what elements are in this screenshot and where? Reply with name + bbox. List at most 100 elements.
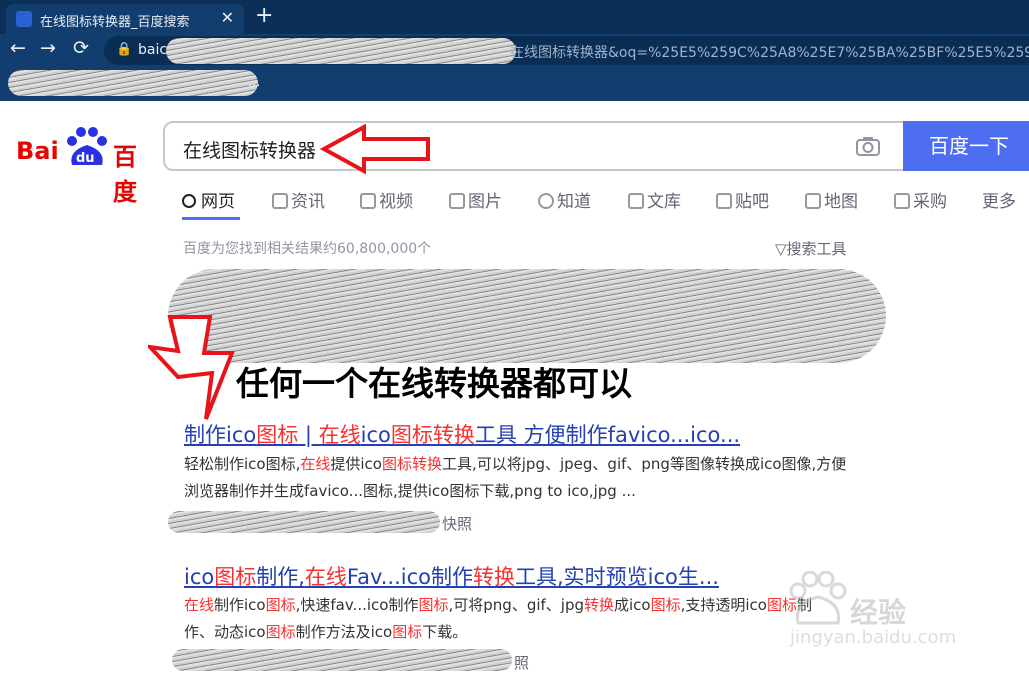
bookmark-item[interactable]: ...: [248, 75, 260, 90]
redaction-scribble: [168, 511, 440, 533]
forward-icon[interactable]: →: [40, 37, 56, 59]
search-tabs: 网页 资讯 视频 图片 知道 文库 贴吧 地图 采购 更多: [182, 187, 1029, 220]
red-lightning-annotation-icon: [148, 315, 235, 420]
search-input[interactable]: 在线图标转换器: [163, 121, 903, 171]
abstract-part: ,支持透明ico: [680, 596, 767, 614]
tab-news[interactable]: 资讯: [272, 187, 325, 212]
paw-watermark-icon: [789, 571, 847, 625]
tab-zhidao[interactable]: 知道: [538, 187, 591, 212]
title-part: |: [298, 423, 319, 447]
lock-icon: 🔒: [116, 42, 133, 57]
tab-webpage[interactable]: 网页: [182, 187, 240, 220]
title-highlight: 在线: [318, 423, 361, 447]
reload-icon[interactable]: ⟳: [73, 37, 89, 59]
redaction-scribble: [168, 269, 886, 363]
tab-images[interactable]: 图片: [449, 187, 502, 212]
tab-map[interactable]: 地图: [805, 187, 858, 212]
tab-title: 在线图标转换器_百度搜索: [40, 15, 190, 30]
abstract-part: 提供ico: [330, 455, 382, 473]
title-part: ico: [184, 565, 215, 589]
result-abstract-2: 在线制作ico图标,快速fav...ico制作图标,可将png、gif、jpg转…: [184, 592, 884, 646]
watermark-text: 经验: [850, 596, 907, 629]
abstract-part: ,快速fav...ico制作: [295, 596, 419, 614]
abstract-highlight: 图标转换: [381, 455, 442, 473]
news-icon: [272, 193, 288, 209]
jingyan-watermark: 经验 jingyan.baidu.com: [788, 571, 988, 661]
abstract-part: 成ico: [614, 596, 651, 614]
url-end: 在线图标转换器&oq=%25E5%259C%25A8%25E7%25BA%25B…: [510, 45, 1029, 61]
back-icon[interactable]: ←: [10, 37, 26, 59]
snapshot-link[interactable]: 快照: [442, 513, 472, 534]
tab-label: 图片: [468, 192, 502, 212]
search-tools-button[interactable]: ▽搜索工具: [775, 238, 847, 259]
abstract-highlight: 图标: [265, 596, 296, 614]
tab-label: 视频: [379, 192, 413, 212]
baidu-favicon-icon: 🐾: [16, 11, 32, 27]
tab-label: 地图: [824, 192, 858, 212]
bookmarks-bar: ...: [0, 67, 1029, 101]
watermark-url: jingyan.baidu.com: [790, 627, 957, 648]
paw-icon: du: [67, 127, 107, 166]
abstract-part: 工具,可以将jpg、jpeg、gif、png等图像转换成ico图像,方便: [442, 455, 847, 473]
result-title-2[interactable]: ico图标制作,在线Fav...ico制作转换工具,实时预览ico生...: [184, 561, 719, 591]
abstract-part: 下载。: [422, 623, 468, 641]
camera-icon[interactable]: [855, 135, 881, 157]
map-icon: [805, 193, 821, 209]
image-icon: [449, 193, 465, 209]
search-button[interactable]: 百度一下: [903, 121, 1029, 171]
title-part: ico: [360, 423, 391, 447]
search-query-text: 在线图标转换器: [183, 140, 317, 162]
abstract-line: 浏览器制作并生成favico...图标,提供ico图标下载,png to ico…: [184, 482, 636, 500]
title-highlight: 图标: [214, 565, 257, 589]
title-highlight: 图标转换: [390, 423, 475, 447]
tab-bar: 🐾 在线图标转换器_百度搜索 ✕ +: [0, 0, 1029, 34]
video-icon: [360, 193, 376, 209]
tab-close-icon[interactable]: ✕: [221, 8, 234, 27]
title-part: Fav...ico制作: [346, 565, 473, 589]
tab-label: 网页: [201, 192, 235, 212]
abstract-highlight: 图标: [392, 623, 423, 641]
tab-label: 文库: [647, 192, 681, 212]
filter-icon: ▽: [775, 240, 787, 258]
address-bar[interactable]: 🔒 baic 在线图标转换器&oq=%25E5%259C%25A8%25E7%2…: [104, 36, 1029, 65]
title-part: 制作ico: [184, 423, 257, 447]
title-part: 制作,: [256, 565, 305, 589]
search-icon: [182, 194, 196, 208]
tab-label: 资讯: [291, 192, 325, 212]
tab-purchase[interactable]: 采购: [894, 187, 947, 212]
browser-tab[interactable]: 🐾 在线图标转换器_百度搜索 ✕: [6, 4, 244, 34]
svg-text:du: du: [76, 151, 95, 166]
title-part: 工具,实时预览ico生...: [515, 565, 719, 589]
tab-tieba[interactable]: 贴吧: [716, 187, 769, 212]
abstract-highlight: 图标: [650, 596, 681, 614]
tab-label: 知道: [557, 192, 591, 212]
abstract-line: 轻松制作ico图标,在线提供ico图标转换工具,可以将jpg、jpeg、gif、…: [184, 451, 884, 478]
tab-label: 贴吧: [735, 192, 769, 212]
title-highlight: 在线: [304, 565, 347, 589]
redaction-scribble: [8, 70, 258, 96]
tab-label: 更多: [982, 192, 1016, 212]
result-title-1[interactable]: 制作ico图标 | 在线ico图标转换工具 方便制作favico...ico..…: [184, 419, 740, 449]
purchase-icon: [894, 193, 910, 209]
question-icon: [538, 193, 554, 209]
active-tab-underline: [182, 217, 240, 220]
tab-more[interactable]: 更多: [982, 187, 1016, 212]
annotation-text: 任何一个在线转换器都可以: [236, 364, 632, 403]
logo-text-bai: Bai: [16, 137, 59, 165]
browser-chrome: 🐾 在线图标转换器_百度搜索 ✕ + ← → ⟳ 🔒 baic 在线图标转换器&…: [0, 0, 1029, 101]
abstract-part: 制作方法及ico: [295, 623, 393, 641]
tab-video[interactable]: 视频: [360, 187, 413, 212]
abstract-line: 在线制作ico图标,快速fav...ico制作图标,可将png、gif、jpg转…: [184, 592, 884, 619]
result-abstract-1: 轻松制作ico图标,在线提供ico图标转换工具,可以将jpg、jpeg、gif、…: [184, 451, 884, 505]
baidu-logo[interactable]: Bai du 百度: [16, 127, 146, 206]
redaction-scribble: [166, 38, 516, 64]
abstract-highlight: 图标: [265, 623, 296, 641]
snapshot-link[interactable]: 照: [514, 652, 529, 673]
abstract-part: 轻松制作ico图标,: [184, 455, 301, 473]
tab-wenku[interactable]: 文库: [628, 187, 681, 212]
url-start: baic: [138, 42, 168, 58]
redaction-scribble: [172, 649, 512, 671]
abstract-highlight: 在线: [300, 455, 331, 473]
new-tab-button[interactable]: +: [255, 3, 273, 28]
baidu-results-page: Bai du 百度 在线图标转换器 百度一下 网页 资讯 视频 图片 知道 文库…: [0, 101, 1029, 677]
